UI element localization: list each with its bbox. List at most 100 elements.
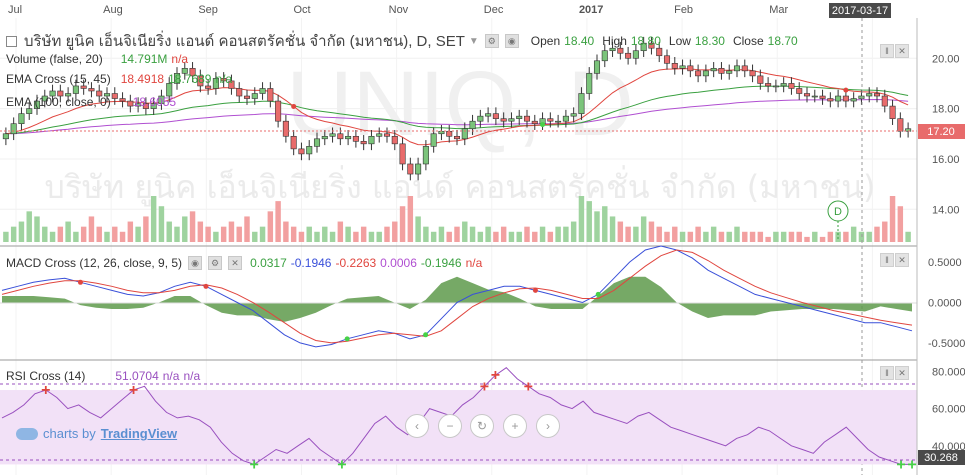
candle-body <box>625 52 632 59</box>
zoom-reset-icon[interactable]: ↻ <box>470 414 494 438</box>
zoom-in-icon[interactable]: + <box>503 414 527 438</box>
candle-body <box>873 93 881 97</box>
volume-bar <box>174 226 180 242</box>
volume-bar <box>407 196 414 242</box>
candle-body <box>18 113 25 125</box>
candle-body <box>72 85 79 94</box>
volume-bar <box>26 211 32 242</box>
close-icon[interactable]: ✕ <box>895 366 909 380</box>
candle-body <box>726 70 733 74</box>
candle-body <box>897 118 904 132</box>
time-axis-tick: Feb <box>674 4 693 16</box>
volume-bar <box>788 231 795 242</box>
volume-bar <box>353 231 359 242</box>
ema-cross-dot <box>843 87 849 93</box>
volume-bar <box>267 211 274 242</box>
candle-body <box>391 135 398 145</box>
ema100-legend[interactable]: EMA (100, close, 0) 18.6055 <box>6 95 176 109</box>
candle-body <box>80 85 87 89</box>
pause-icon[interactable]: ‖ <box>880 253 894 267</box>
candle-body <box>306 146 313 155</box>
ema-slow-value: 18.7689 <box>168 72 212 86</box>
close-icon[interactable]: ✕ <box>895 253 909 267</box>
candle-body <box>422 146 429 165</box>
volume-bar <box>112 226 118 242</box>
close-icon[interactable]: ✕ <box>228 256 243 270</box>
candle-body <box>469 120 476 130</box>
candle-body <box>407 163 414 175</box>
pause-icon[interactable]: ‖ <box>880 44 894 58</box>
candle-body <box>593 60 601 74</box>
volume-bar <box>73 231 79 242</box>
candle-body <box>508 118 515 122</box>
volume-bar <box>532 231 538 242</box>
volume-bar <box>454 226 460 242</box>
volume-bar <box>780 231 787 242</box>
macd-v6: n/a <box>465 256 483 270</box>
gear-icon[interactable]: ⚙ <box>208 256 223 270</box>
scroll-left-icon[interactable]: ‹ <box>405 414 429 438</box>
low-value: 18.30 <box>694 34 725 48</box>
volume-bar <box>493 231 499 242</box>
volume-bar <box>648 221 655 242</box>
candle-body <box>376 133 383 137</box>
candle-body <box>267 88 274 102</box>
candle-body <box>399 143 406 165</box>
candle-body <box>298 148 305 155</box>
branding[interactable]: charts by TradingView <box>16 426 177 441</box>
collapse-legend-icon[interactable] <box>6 35 17 47</box>
zoom-out-icon[interactable]: − <box>438 414 462 438</box>
candle-body <box>710 68 717 72</box>
low-label: Low <box>668 34 691 48</box>
volume-bar <box>570 221 577 242</box>
rsi-legend[interactable]: RSI Cross (14) 51.0704 n/a n/a <box>6 369 200 383</box>
volume-bar <box>827 231 834 242</box>
volume-bar <box>182 216 188 242</box>
volume-bar <box>329 231 336 242</box>
volume-bar <box>687 231 694 242</box>
rsi-oversold-marker: + <box>249 456 258 473</box>
open-label: Open <box>530 34 561 48</box>
volume-bar <box>812 231 818 242</box>
volume-bar <box>314 231 320 242</box>
branding-link[interactable]: TradingView <box>101 426 177 441</box>
volume-bar <box>718 231 725 242</box>
macd-cross-dot <box>203 283 209 289</box>
ema-cross-na: n/a <box>215 72 233 86</box>
macd-legend[interactable]: MACD Cross (12, 26, close, 9, 5) ◉ ⚙ ✕ 0… <box>6 256 482 270</box>
volume-bar <box>819 236 826 242</box>
scroll-right-icon[interactable]: › <box>536 414 560 438</box>
ema100-value: 18.6055 <box>132 95 177 109</box>
volume-bar <box>734 226 740 242</box>
ema-cross-legend[interactable]: EMA Cross (15, 45) 18.4918 18.7689 n/a <box>6 72 232 86</box>
volume-bar <box>236 226 242 242</box>
gear-icon[interactable]: ⚙ <box>484 34 499 48</box>
volume-bar <box>757 231 764 242</box>
candle-body <box>547 118 554 122</box>
candle-body <box>275 100 282 122</box>
volume-bar <box>679 231 686 242</box>
volume-bar <box>119 231 126 242</box>
time-axis-tick: Nov <box>389 4 409 16</box>
candle-body <box>492 113 499 119</box>
volume-value: 14.791M <box>120 52 168 66</box>
volume-bar <box>742 231 748 242</box>
volume-bar <box>858 231 865 242</box>
ema-cross-label: EMA Cross (15, 45) <box>6 72 111 86</box>
volume-legend[interactable]: Volume (false, 20) 14.791M n/a <box>6 52 188 66</box>
eye-icon[interactable]: ◉ <box>188 256 203 270</box>
volume-bar <box>555 226 561 242</box>
macd-cross-dot <box>77 279 83 285</box>
candle-body <box>765 83 772 87</box>
candle-body <box>438 130 445 135</box>
volume-bar <box>563 226 569 242</box>
volume-bar <box>275 201 281 242</box>
volume-bar <box>609 216 616 242</box>
close-icon[interactable]: ✕ <box>895 44 909 58</box>
volume-bar <box>189 211 196 242</box>
pause-icon[interactable]: ‖ <box>880 366 894 380</box>
candle-body <box>578 93 585 114</box>
volume-bar <box>765 236 771 242</box>
chevron-down-icon[interactable]: ▼ <box>469 36 479 47</box>
eye-icon[interactable]: ◉ <box>504 34 519 48</box>
